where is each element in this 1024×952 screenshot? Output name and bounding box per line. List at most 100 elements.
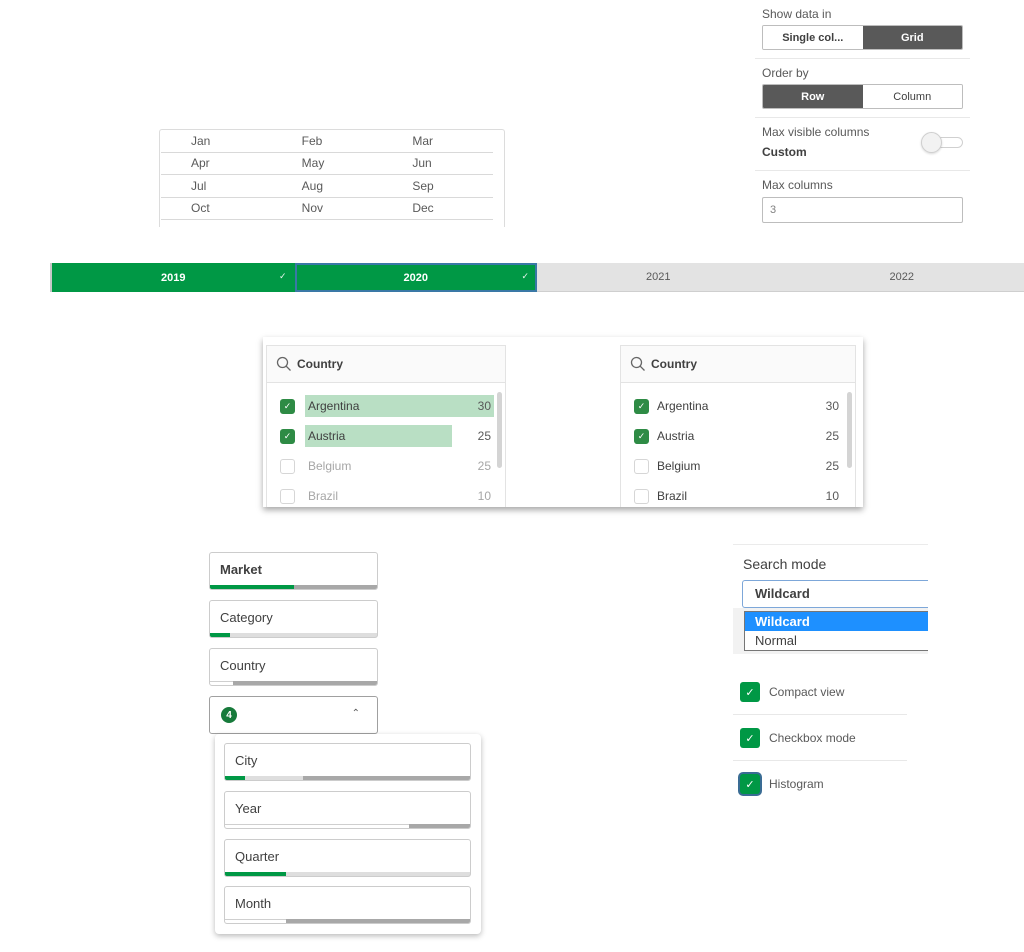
scrollbar[interactable] (497, 392, 502, 468)
grid-cell[interactable]: Jun (382, 156, 493, 170)
collapsed-filters-popover: City Year Quarter Month (215, 734, 481, 934)
list-item[interactable]: Brazil 10 (267, 481, 505, 507)
grid-cell[interactable]: Mar (382, 134, 493, 148)
grid-cell[interactable]: Jan (161, 134, 272, 148)
filter-title: Quarter (235, 849, 280, 864)
checkbox-label: Compact view (769, 685, 845, 699)
search-icon (276, 356, 291, 371)
year-item-2022[interactable]: 2022 (779, 263, 1024, 292)
listbox-items: ✓ Argentina 30 ✓ Austria 25 Belgium 25 B… (267, 383, 505, 507)
year-label: 2019 (161, 271, 186, 284)
month-grid-listbox: Jan Feb Mar Apr May Jun Jul Aug Sep Oct … (159, 129, 505, 227)
show-data-in-segmented: Single col... Grid (762, 25, 963, 50)
grid-cell[interactable]: Nov (272, 201, 383, 215)
item-label: Argentina (308, 399, 360, 413)
search-icon (630, 356, 645, 371)
filter-pane-item-month[interactable]: Month (224, 886, 471, 924)
year-item-2021[interactable]: 2021 (537, 263, 780, 292)
item-count: 25 (477, 459, 491, 473)
selection-bar (225, 919, 470, 923)
column-button[interactable]: Column (862, 85, 962, 108)
list-item[interactable]: ✓ Argentina 30 (267, 391, 505, 421)
year-item-2020[interactable]: 2020 ✓ (294, 263, 537, 292)
list-item[interactable]: Belgium 25 (621, 451, 855, 481)
checkbox[interactable] (634, 458, 649, 474)
collapsed-filters-button[interactable]: 4 ⌃ (209, 696, 378, 734)
grid-cell[interactable]: Jul (161, 179, 272, 193)
scrollbar[interactable] (847, 392, 852, 468)
grid-cell[interactable]: Apr (161, 156, 272, 170)
list-item[interactable]: Belgium 25 (267, 451, 505, 481)
listbox-items: ✓ Argentina 30 ✓ Austria 25 Belgium 25 B… (621, 383, 855, 507)
order-by-label: Order by (762, 66, 809, 80)
filter-title: Country (220, 658, 266, 673)
listbox-header[interactable]: Country (267, 346, 505, 383)
country-listbox-plain: Country ✓ Argentina 30 ✓ Austria 25 Belg… (620, 345, 856, 507)
listbox-title: Country (297, 357, 343, 371)
search-mode-label: Search mode (743, 556, 827, 572)
option-wildcard[interactable]: Wildcard (745, 612, 928, 631)
checkbox[interactable] (634, 488, 649, 504)
grid-row: Oct Nov Dec (161, 198, 493, 220)
grid-cell[interactable]: Dec (382, 201, 493, 215)
properties-panel: Show data in Single col... Grid Order by… (755, 0, 970, 231)
filter-pane-item-category[interactable]: Category (209, 600, 378, 638)
filter-pane-item-quarter[interactable]: Quarter (224, 839, 471, 877)
selection-bar (225, 824, 470, 828)
selection-bar (210, 633, 377, 637)
grid-cell[interactable]: Aug (272, 179, 383, 193)
list-item[interactable]: Brazil 10 (621, 481, 855, 507)
single-column-button[interactable]: Single col... (763, 26, 863, 49)
checkbox[interactable] (280, 458, 295, 474)
selection-bar (225, 872, 470, 876)
filter-title: Month (235, 896, 272, 911)
checkbox-mode-checkbox[interactable]: ✓ Checkbox mode (740, 728, 856, 748)
compact-view-checkbox[interactable]: ✓ Compact view (740, 682, 844, 702)
grid-button[interactable]: Grid (862, 26, 962, 49)
item-label: Brazil (657, 489, 688, 503)
alternative-segment (230, 633, 377, 637)
option-normal[interactable]: Normal (745, 631, 928, 650)
selected-segment (225, 776, 245, 780)
checkbox[interactable]: ✓ (280, 398, 295, 414)
histogram-checkbox[interactable]: ✓ Histogram (740, 774, 824, 794)
max-visible-columns-toggle[interactable] (921, 132, 963, 153)
grid-cell[interactable]: May (272, 156, 383, 170)
filter-pane-item-city[interactable]: City (224, 743, 471, 781)
checkbox[interactable] (280, 488, 295, 504)
list-item[interactable]: ✓ Austria 25 (621, 421, 855, 451)
item-count: 25 (825, 429, 839, 443)
check-icon: ✓ (278, 271, 287, 281)
listbox-header[interactable]: Country (621, 346, 855, 383)
filter-title: Category (220, 610, 273, 625)
selected-segment (210, 585, 294, 589)
filter-pane-item-year[interactable]: Year (224, 791, 471, 829)
grid-row: Apr May Jun (161, 153, 493, 175)
grid-row: Jul Aug Sep (161, 175, 493, 198)
grid-cell[interactable]: Oct (161, 201, 272, 215)
grid-cell[interactable]: Feb (272, 134, 383, 148)
row-button[interactable]: Row (763, 85, 863, 108)
max-columns-section: Max columns 3 (755, 171, 970, 231)
max-columns-input[interactable]: 3 (762, 197, 963, 223)
divider (733, 714, 907, 715)
item-count: 25 (825, 459, 839, 473)
item-label: Brazil (308, 489, 339, 503)
checkbox[interactable]: ✓ (634, 428, 649, 444)
filter-pane-item-country[interactable]: Country (209, 648, 378, 686)
year-item-2019[interactable]: 2019 ✓ (52, 263, 295, 292)
divider (733, 760, 907, 761)
checkbox[interactable]: ✓ (280, 428, 295, 444)
checkbox[interactable]: ✓ (634, 398, 649, 414)
list-item[interactable]: ✓ Austria 25 (267, 421, 505, 451)
grid-cell[interactable]: Sep (382, 179, 493, 193)
order-by-section: Order by Row Column (755, 59, 970, 118)
search-mode-select[interactable]: Wildcard (742, 580, 928, 608)
filter-pane-item-market[interactable]: Market (209, 552, 378, 590)
country-listbox-histogram: Country ✓ Argentina 30 ✓ Austria 25 Belg… (266, 345, 506, 507)
year-label: 2021 (646, 271, 671, 283)
check-icon: ✓ (740, 682, 760, 702)
checkbox-label: Checkbox mode (769, 731, 856, 745)
list-item[interactable]: ✓ Argentina 30 (621, 391, 855, 421)
order-by-segmented: Row Column (762, 84, 963, 109)
